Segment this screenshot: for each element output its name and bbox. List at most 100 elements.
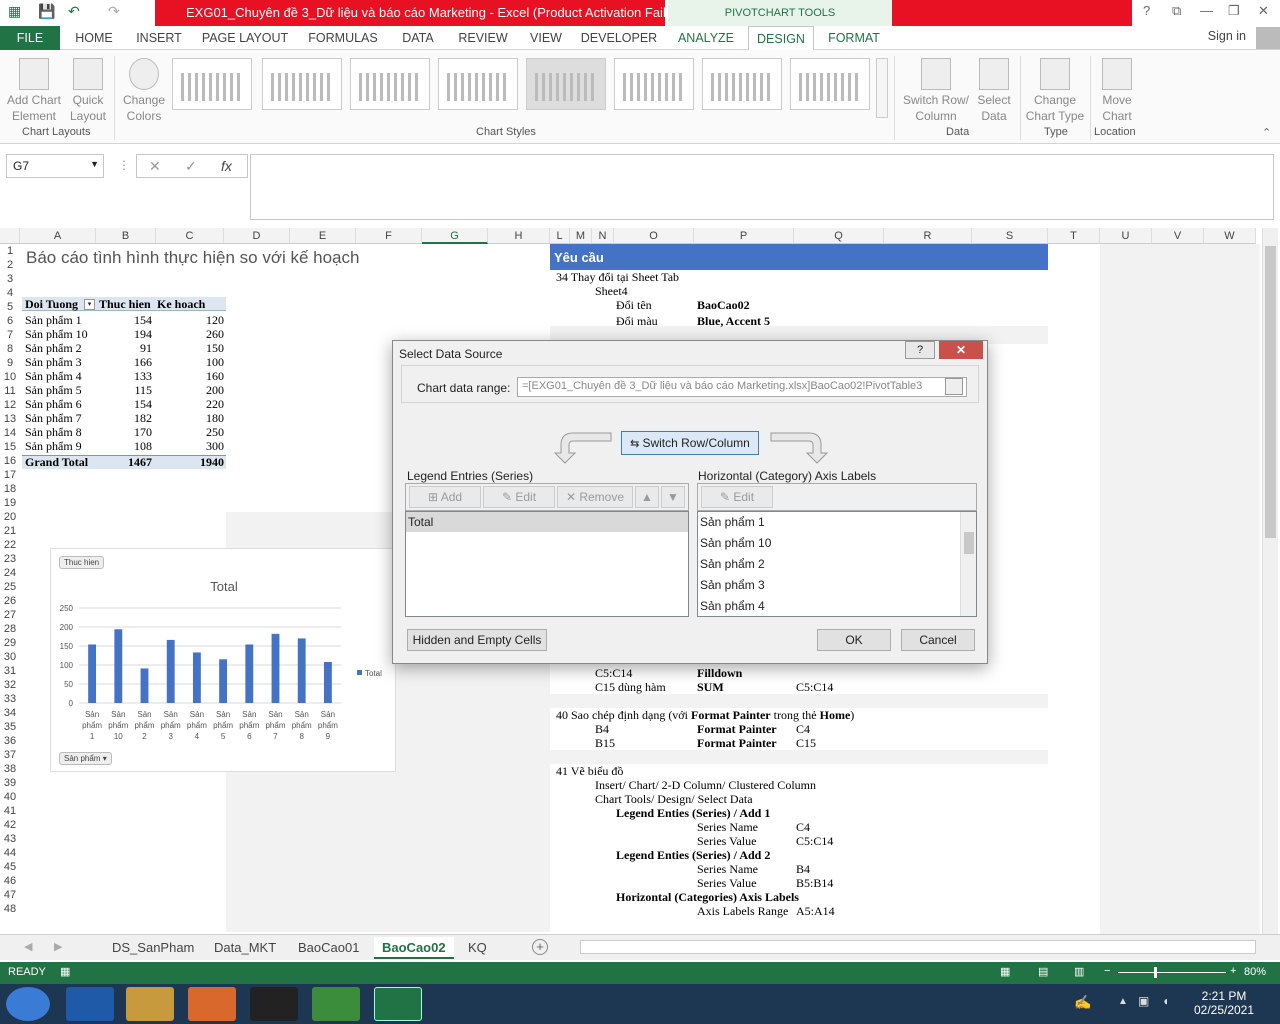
save-icon[interactable]: 💾 <box>38 3 55 20</box>
col-header-l[interactable]: L <box>550 228 570 244</box>
row-header[interactable]: 21 <box>0 525 20 537</box>
pivot-cell-ke-hoach[interactable]: 200 <box>156 383 224 398</box>
row-header[interactable]: 6 <box>0 315 20 327</box>
row-header[interactable]: 41 <box>0 805 20 817</box>
pivot-cell-thuc-hien[interactable]: 170 <box>96 425 152 440</box>
range-collapse-icon[interactable] <box>945 378 963 395</box>
switch-row-column-button[interactable]: Switch Row/ Column <box>900 58 972 124</box>
start-button[interactable] <box>6 987 50 1021</box>
tab-insert[interactable]: INSERT <box>132 26 186 50</box>
row-header[interactable]: 20 <box>0 511 20 523</box>
axis-item[interactable]: Sản phẩm 10 <box>700 536 771 550</box>
chart-styles-scroll[interactable] <box>876 58 888 118</box>
tab-page-layout[interactable]: PAGE LAYOUT <box>198 26 292 50</box>
redo-icon[interactable]: ↷ <box>108 3 120 20</box>
pivot-cell-ke-hoach[interactable]: 300 <box>156 439 224 454</box>
row-header[interactable]: 33 <box>0 693 20 705</box>
col-header-s[interactable]: S <box>972 228 1048 244</box>
row-header[interactable]: 4 <box>0 287 20 299</box>
row-header[interactable]: 32 <box>0 679 20 691</box>
chart-style-3[interactable] <box>350 58 430 110</box>
hidden-empty-cells-button[interactable]: Hidden and Empty Cells <box>407 629 547 651</box>
zoom-slider-thumb[interactable] <box>1154 967 1157 978</box>
axis-list-scrollbar[interactable] <box>960 512 976 616</box>
row-header[interactable]: 19 <box>0 497 20 509</box>
tab-review[interactable]: REVIEW <box>454 26 512 50</box>
media-player-icon[interactable] <box>188 987 236 1021</box>
tab-file[interactable]: FILE <box>0 26 60 50</box>
row-header[interactable]: 8 <box>0 343 20 355</box>
row-header[interactable]: 28 <box>0 623 20 635</box>
pivot-cell-ke-hoach[interactable]: 250 <box>156 425 224 440</box>
chart-style-6[interactable] <box>614 58 694 110</box>
row-header[interactable]: 47 <box>0 889 20 901</box>
new-sheet-icon[interactable]: + <box>532 939 548 955</box>
remove-series-button[interactable]: ✕ Remove <box>557 486 633 508</box>
row-header[interactable]: 12 <box>0 399 20 411</box>
col-header-h[interactable]: H <box>488 228 550 244</box>
horizontal-scrollbar[interactable] <box>580 940 1256 954</box>
undo-icon[interactable]: ↶ <box>68 3 80 20</box>
row-header[interactable]: 43 <box>0 833 20 845</box>
pivot-cell-thuc-hien[interactable]: 154 <box>96 313 152 328</box>
collapse-ribbon-icon[interactable]: ⌃ <box>1262 126 1271 139</box>
pivot-cell-ke-hoach[interactable]: 220 <box>156 397 224 412</box>
row-header[interactable]: 35 <box>0 721 20 733</box>
chart-style-1[interactable] <box>172 58 252 110</box>
pivot-cell-doi-tuong[interactable]: Sản phẩm 10 <box>25 327 88 342</box>
close-icon[interactable]: ✕ <box>1258 3 1269 19</box>
pivot-cell-ke-hoach[interactable]: 150 <box>156 341 224 356</box>
tab-formulas[interactable]: FORMULAS <box>304 26 382 50</box>
col-header-d[interactable]: D <box>224 228 290 244</box>
col-header-p[interactable]: P <box>694 228 794 244</box>
insert-function-icon[interactable]: fx <box>221 158 232 174</box>
quick-layout-button[interactable]: Quick Layout <box>66 58 110 124</box>
move-down-icon[interactable]: ▼ <box>661 486 685 508</box>
macro-record-icon[interactable]: ▦ <box>60 965 70 978</box>
chart-style-7[interactable] <box>702 58 782 110</box>
row-header[interactable]: 31 <box>0 665 20 677</box>
add-chart-element-button[interactable]: Add Chart Element <box>4 58 64 124</box>
row-header[interactable]: 46 <box>0 875 20 887</box>
row-header[interactable]: 16 <box>0 455 20 467</box>
row-header[interactable]: 10 <box>0 371 20 383</box>
pivot-chart[interactable]: Thuc hien Total 0 50 100 150 200 250 Sản phẩm 1 Sả… <box>50 548 396 772</box>
change-colors-button[interactable]: Change Colors <box>120 58 168 124</box>
col-header-v[interactable]: V <box>1152 228 1204 244</box>
pivot-cell-ke-hoach[interactable]: 180 <box>156 411 224 426</box>
change-chart-type-button[interactable]: Change Chart Type <box>1024 58 1086 124</box>
sheet-tab-baocao02[interactable]: BaoCao02 <box>374 937 454 959</box>
pivot-cell-ke-hoach[interactable]: 260 <box>156 327 224 342</box>
pivot-cell-doi-tuong[interactable]: Sản phẩm 4 <box>25 369 82 384</box>
chart-style-5[interactable] <box>526 58 606 110</box>
col-header-w[interactable]: W <box>1204 228 1256 244</box>
pivot-cell-thuc-hien[interactable]: 133 <box>96 369 152 384</box>
filter-dropdown-icon[interactable]: ▾ <box>84 299 95 310</box>
pivot-cell-ke-hoach[interactable]: 120 <box>156 313 224 328</box>
tab-format[interactable]: FORMAT <box>820 26 888 50</box>
row-header[interactable]: 48 <box>0 903 20 915</box>
move-chart-button[interactable]: Move Chart <box>1094 58 1140 124</box>
pivot-cell-thuc-hien[interactable]: 115 <box>96 383 152 398</box>
edit-axis-button[interactable]: ✎ Edit <box>701 486 773 508</box>
row-header[interactable]: 23 <box>0 553 20 565</box>
zoom-level[interactable]: 80% <box>1244 966 1266 978</box>
col-header-g[interactable]: G <box>422 228 488 244</box>
select-all-corner[interactable] <box>0 228 20 244</box>
pivot-cell-ke-hoach[interactable]: 160 <box>156 369 224 384</box>
col-header-o[interactable]: O <box>614 228 694 244</box>
pivot-cell-doi-tuong[interactable]: Sản phẩm 9 <box>25 439 82 454</box>
row-header[interactable]: 13 <box>0 413 20 425</box>
cancel-entry-icon[interactable]: ✕ <box>149 158 161 175</box>
col-header-u[interactable]: U <box>1100 228 1152 244</box>
edit-series-button[interactable]: ✎ Edit <box>483 486 555 508</box>
col-header-e[interactable]: E <box>290 228 356 244</box>
help-icon[interactable]: ? <box>1143 3 1150 18</box>
select-data-button[interactable]: Select Data <box>972 58 1016 124</box>
dialog-close-icon[interactable]: ✕ <box>939 341 983 359</box>
col-header-n[interactable]: N <box>592 228 614 244</box>
row-header[interactable]: 25 <box>0 581 20 593</box>
col-header-f[interactable]: F <box>356 228 422 244</box>
row-header[interactable]: 40 <box>0 791 20 803</box>
name-box[interactable]: G7 ▼ <box>6 154 104 178</box>
